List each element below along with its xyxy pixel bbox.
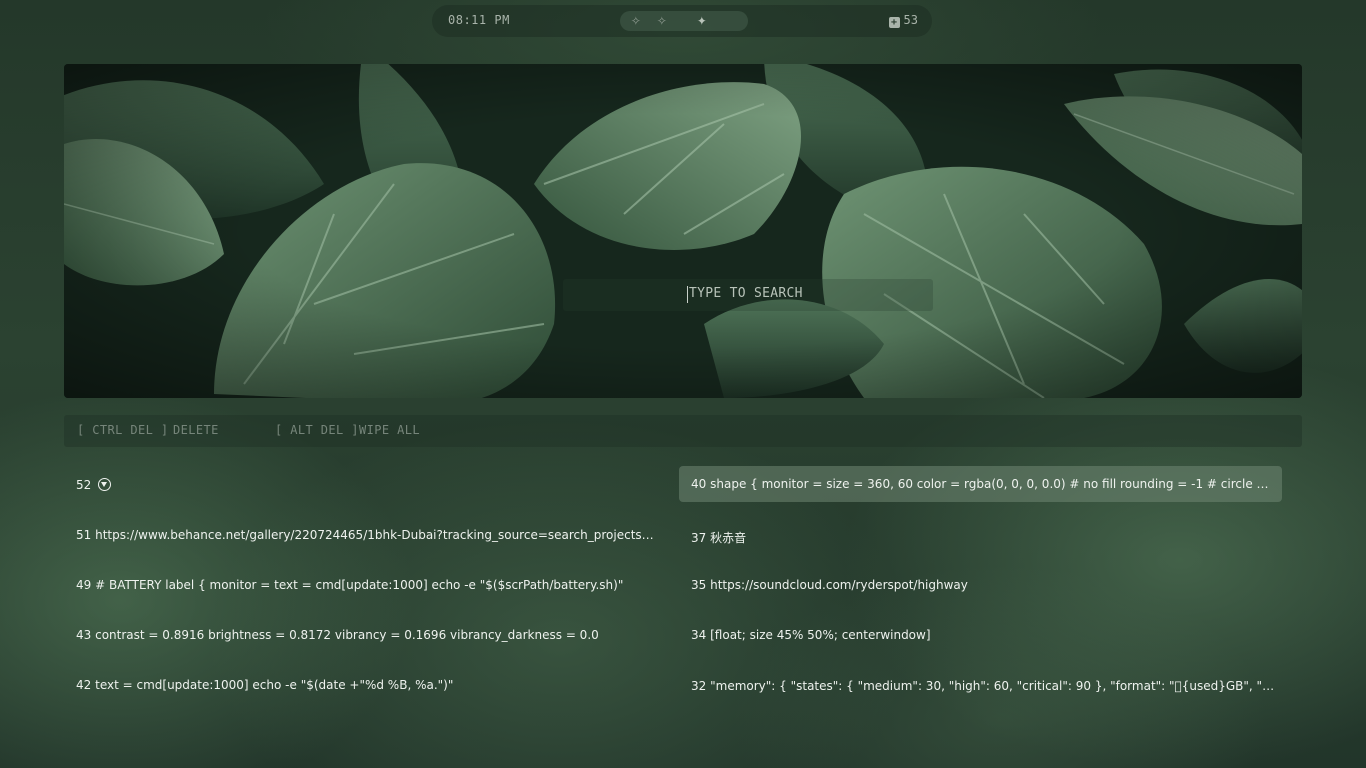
clipboard-item-text: 42 text = cmd[update:1000] echo -e "$(da… [76, 678, 656, 692]
monstera-leaves-image [64, 64, 1302, 398]
clipboard-item-id: 34 [691, 628, 707, 642]
clipboard-item-content: contrast = 0.8916 brightness = 0.8172 vi… [95, 628, 599, 642]
workspace-2-sparkle-icon[interactable]: ✧ [657, 10, 667, 30]
delete-shortcut-key: [ CTRL DEL ] [77, 423, 169, 437]
delete-shortcut-label[interactable]: DELETE [173, 423, 219, 437]
clipboard-count-value: 53 [903, 13, 918, 27]
plus-box-icon: + [888, 17, 900, 28]
clipboard-item[interactable]: 35 https://soundcloud.com/ryderspot/high… [679, 567, 1282, 603]
clipboard-item-text: 40 shape { monitor = size = 360, 60 colo… [691, 477, 1276, 491]
clipboard-item-content: https://www.behance.net/gallery/22072446… [95, 528, 656, 542]
clipboard-item-content: [float; size 45% 50%; centerwindow] [710, 628, 931, 642]
clipboard-item-text: 35 https://soundcloud.com/ryderspot/high… [691, 578, 1276, 592]
clipboard-item[interactable]: 43 contrast = 0.8916 brightness = 0.8172… [64, 617, 664, 653]
clipboard-item-id: 52 [76, 478, 92, 492]
clipboard-item-content: "memory": { "states": { "medium": 30, "h… [710, 679, 1276, 693]
clipboard-item-id: 32 [691, 679, 707, 693]
workspace-3-sparkle-icon[interactable]: ✦ [697, 10, 707, 30]
clipboard-item[interactable]: 32 "memory": { "states": { "medium": 30,… [679, 668, 1282, 704]
clipboard-item-content: # BATTERY label { monitor = text = cmd[u… [95, 578, 624, 592]
clipboard-item-id: 42 [76, 678, 92, 692]
clipboard-item-text: 49 # BATTERY label { monitor = text = cm… [76, 578, 656, 592]
clipboard-item[interactable]: 42 text = cmd[update:1000] echo -e "$(da… [64, 667, 664, 703]
wipe-shortcut-key: [ ALT DEL ] [275, 423, 359, 437]
clipboard-item[interactable]: 49 # BATTERY label { monitor = text = cm… [64, 567, 664, 603]
clipboard-item-selected[interactable]: 40 shape { monitor = size = 360, 60 colo… [679, 466, 1282, 502]
clipboard-item-id: 51 [76, 528, 92, 542]
clipboard-item[interactable]: 52 [64, 467, 664, 503]
clipboard-item-id: 49 [76, 578, 92, 592]
shortcuts-bar: [ CTRL DEL ] DELETE [ ALT DEL ] WIPE ALL [64, 415, 1302, 447]
clipboard-item-text: 37 秋赤音 [691, 529, 1276, 546]
wipe-all-shortcut-label[interactable]: WIPE ALL [359, 423, 420, 437]
clock: 08:11 PM [448, 13, 510, 27]
clipboard-item[interactable]: 51 https://www.behance.net/gallery/22072… [64, 517, 664, 553]
clipboard-item-text: 52 [76, 478, 656, 492]
clipboard-item-content: shape { monitor = size = 360, 60 color =… [710, 477, 1276, 491]
clipboard-item-text: 51 https://www.behance.net/gallery/22072… [76, 528, 656, 542]
clipboard-item-id: 35 [691, 578, 707, 592]
text-caret [687, 286, 688, 303]
clipboard-item-content: text = cmd[update:1000] echo -e "$(date … [95, 678, 454, 692]
clipboard-count: +53 [888, 13, 918, 28]
clipboard-item[interactable]: 37 秋赤音 [679, 518, 1282, 554]
clipboard-item-content: https://soundcloud.com/ryderspot/highway [710, 578, 968, 592]
search-placeholder: TYPE TO SEARCH [689, 286, 803, 301]
clipboard-item-text: 34 [float; size 45% 50%; centerwindow] [691, 628, 1276, 642]
image-entry-icon [98, 478, 112, 491]
workspace-1-sparkle-icon[interactable]: ✧ [631, 10, 641, 30]
clipboard-item-content: 秋赤音 [710, 531, 747, 545]
clipboard-item-id: 43 [76, 628, 92, 642]
clipboard-item-id: 40 [691, 477, 707, 491]
clipboard-item-text: 32 "memory": { "states": { "medium": 30,… [691, 679, 1276, 693]
clipboard-item-text: 43 contrast = 0.8916 brightness = 0.8172… [76, 628, 656, 642]
clipboard-item-id: 37 [691, 531, 707, 545]
top-status-bar: 08:11 PM ✧ ✧ ✦ +53 [432, 5, 932, 37]
clipboard-item[interactable]: 34 [float; size 45% 50%; centerwindow] [679, 617, 1282, 653]
hero-image: TYPE TO SEARCH [64, 64, 1302, 398]
